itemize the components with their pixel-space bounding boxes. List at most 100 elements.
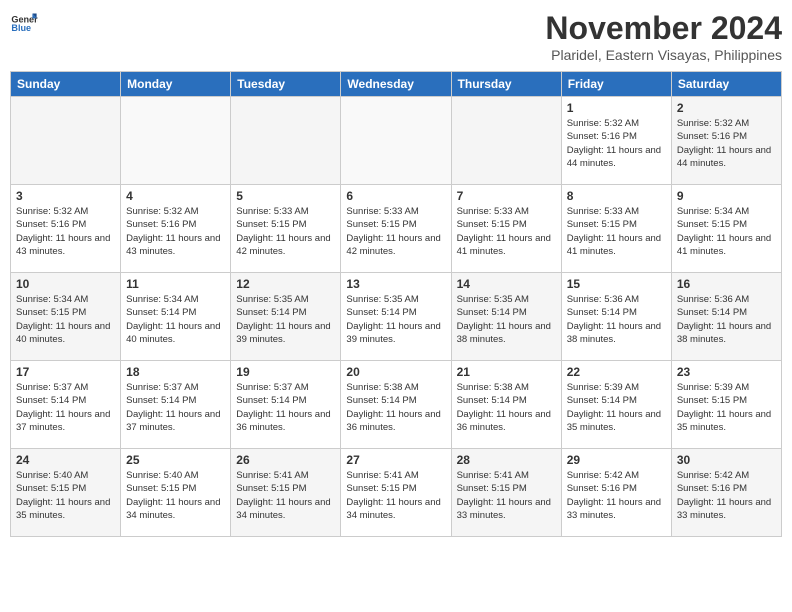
day-number: 2 bbox=[677, 101, 776, 115]
day-number: 21 bbox=[457, 365, 556, 379]
day-info: Sunrise: 5:33 AM Sunset: 5:15 PM Dayligh… bbox=[346, 205, 445, 258]
day-info: Sunrise: 5:35 AM Sunset: 5:14 PM Dayligh… bbox=[346, 293, 445, 346]
calendar-cell: 7 Sunrise: 5:33 AM Sunset: 5:15 PM Daylig… bbox=[451, 185, 561, 273]
calendar-cell: 5 Sunrise: 5:33 AM Sunset: 5:15 PM Daylig… bbox=[231, 185, 341, 273]
day-info: Sunrise: 5:38 AM Sunset: 5:14 PM Dayligh… bbox=[457, 381, 556, 434]
weekday-header-tuesday: Tuesday bbox=[231, 72, 341, 97]
day-info: Sunrise: 5:33 AM Sunset: 5:15 PM Dayligh… bbox=[236, 205, 335, 258]
day-number: 24 bbox=[16, 453, 115, 467]
day-number: 16 bbox=[677, 277, 776, 291]
day-number: 30 bbox=[677, 453, 776, 467]
day-number: 20 bbox=[346, 365, 445, 379]
calendar-cell: 11 Sunrise: 5:34 AM Sunset: 5:14 PM Dayli… bbox=[121, 273, 231, 361]
day-info: Sunrise: 5:39 AM Sunset: 5:15 PM Dayligh… bbox=[677, 381, 776, 434]
svg-text:Blue: Blue bbox=[11, 23, 31, 33]
day-info: Sunrise: 5:35 AM Sunset: 5:14 PM Dayligh… bbox=[236, 293, 335, 346]
calendar-cell bbox=[121, 97, 231, 185]
calendar-cell: 4 Sunrise: 5:32 AM Sunset: 5:16 PM Daylig… bbox=[121, 185, 231, 273]
day-number: 10 bbox=[16, 277, 115, 291]
day-info: Sunrise: 5:40 AM Sunset: 5:15 PM Dayligh… bbox=[16, 469, 115, 522]
day-info: Sunrise: 5:36 AM Sunset: 5:14 PM Dayligh… bbox=[677, 293, 776, 346]
calendar-cell: 3Sunrise: 5:32 AM Sunset: 5:16 PM Daylig… bbox=[11, 185, 121, 273]
calendar-cell: 8Sunrise: 5:33 AM Sunset: 5:15 PM Daylig… bbox=[561, 185, 671, 273]
day-number: 5 bbox=[236, 189, 335, 203]
calendar-cell: 18 Sunrise: 5:37 AM Sunset: 5:14 PM Dayli… bbox=[121, 361, 231, 449]
calendar-cell: 22 Sunrise: 5:39 AM Sunset: 5:14 PM Dayli… bbox=[561, 361, 671, 449]
day-info: Sunrise: 5:42 AM Sunset: 5:16 PM Dayligh… bbox=[677, 469, 776, 522]
calendar-cell: 1 Sunrise: 5:32 AM Sunset: 5:16 PM Daylig… bbox=[561, 97, 671, 185]
day-number: 25 bbox=[126, 453, 225, 467]
day-info: Sunrise: 5:39 AM Sunset: 5:14 PM Dayligh… bbox=[567, 381, 666, 434]
week-row-5: 24 Sunrise: 5:40 AM Sunset: 5:15 PM Dayli… bbox=[11, 449, 782, 537]
day-info: Sunrise: 5:37 AM Sunset: 5:14 PM Dayligh… bbox=[126, 381, 225, 434]
day-info: Sunrise: 5:37 AM Sunset: 5:14 PM Dayligh… bbox=[236, 381, 335, 434]
week-row-3: 10 Sunrise: 5:34 AM Sunset: 5:15 PM Dayli… bbox=[11, 273, 782, 361]
day-number: 27 bbox=[346, 453, 445, 467]
day-info: Sunrise: 5:33 AM Sunset: 5:15 PM Dayligh… bbox=[567, 205, 666, 258]
day-info: Sunrise: 5:41 AM Sunset: 5:15 PM Dayligh… bbox=[346, 469, 445, 522]
day-number: 26 bbox=[236, 453, 335, 467]
month-title: November 2024 bbox=[545, 10, 782, 47]
week-row-1: 1 Sunrise: 5:32 AM Sunset: 5:16 PM Daylig… bbox=[11, 97, 782, 185]
day-info: Sunrise: 5:34 AM Sunset: 5:14 PM Dayligh… bbox=[126, 293, 225, 346]
calendar-cell: 10 Sunrise: 5:34 AM Sunset: 5:15 PM Dayli… bbox=[11, 273, 121, 361]
calendar-cell bbox=[341, 97, 451, 185]
day-number: 4 bbox=[126, 189, 225, 203]
logo-icon: General Blue bbox=[10, 10, 38, 38]
day-number: 7 bbox=[457, 189, 556, 203]
day-info: Sunrise: 5:34 AM Sunset: 5:15 PM Dayligh… bbox=[16, 293, 115, 346]
location-subtitle: Plaridel, Eastern Visayas, Philippines bbox=[545, 47, 782, 63]
weekday-header-friday: Friday bbox=[561, 72, 671, 97]
calendar-cell: 14 Sunrise: 5:35 AM Sunset: 5:14 PM Dayli… bbox=[451, 273, 561, 361]
weekday-header-thursday: Thursday bbox=[451, 72, 561, 97]
day-number: 13 bbox=[346, 277, 445, 291]
calendar-cell: 17 Sunrise: 5:37 AM Sunset: 5:14 PM Dayli… bbox=[11, 361, 121, 449]
day-info: Sunrise: 5:41 AM Sunset: 5:15 PM Dayligh… bbox=[457, 469, 556, 522]
week-row-2: 3 Sunrise: 5:32 AM Sunset: 5:16 PM Daylig… bbox=[11, 185, 782, 273]
day-info: Sunrise: 5:37 AM Sunset: 5:14 PM Dayligh… bbox=[16, 381, 115, 434]
day-number: 28 bbox=[457, 453, 556, 467]
day-info: Sunrise: 5:32 AM Sunset: 5:16 PM Dayligh… bbox=[126, 205, 225, 258]
day-number: 6 bbox=[346, 189, 445, 203]
calendar-cell: 26Sunrise: 5:41 AM Sunset: 5:15 PM Dayli… bbox=[231, 449, 341, 537]
day-number: 19 bbox=[236, 365, 335, 379]
calendar-cell: 2 Sunrise: 5:32 AM Sunset: 5:16 PM Daylig… bbox=[671, 97, 781, 185]
calendar-cell: 12 Sunrise: 5:35 AM Sunset: 5:14 PM Dayli… bbox=[231, 273, 341, 361]
day-number: 12 bbox=[236, 277, 335, 291]
page-header: General Blue November 2024 Plaridel, Eas… bbox=[10, 10, 782, 63]
day-info: Sunrise: 5:42 AM Sunset: 5:16 PM Dayligh… bbox=[567, 469, 666, 522]
day-number: 3 bbox=[16, 189, 115, 203]
calendar-cell bbox=[11, 97, 121, 185]
day-info: Sunrise: 5:32 AM Sunset: 5:16 PM Dayligh… bbox=[677, 117, 776, 170]
week-row-4: 17 Sunrise: 5:37 AM Sunset: 5:14 PM Dayli… bbox=[11, 361, 782, 449]
weekday-header-row: SundayMondayTuesdayWednesdayThursdayFrid… bbox=[11, 72, 782, 97]
calendar-cell: 9Sunrise: 5:34 AM Sunset: 5:15 PM Daylig… bbox=[671, 185, 781, 273]
day-number: 11 bbox=[126, 277, 225, 291]
day-info: Sunrise: 5:33 AM Sunset: 5:15 PM Dayligh… bbox=[457, 205, 556, 258]
weekday-header-saturday: Saturday bbox=[671, 72, 781, 97]
calendar-cell: 23Sunrise: 5:39 AM Sunset: 5:15 PM Dayli… bbox=[671, 361, 781, 449]
day-info: Sunrise: 5:32 AM Sunset: 5:16 PM Dayligh… bbox=[567, 117, 666, 170]
day-number: 22 bbox=[567, 365, 666, 379]
calendar-cell: 6 Sunrise: 5:33 AM Sunset: 5:15 PM Daylig… bbox=[341, 185, 451, 273]
day-info: Sunrise: 5:35 AM Sunset: 5:14 PM Dayligh… bbox=[457, 293, 556, 346]
calendar-cell bbox=[231, 97, 341, 185]
day-number: 9 bbox=[677, 189, 776, 203]
logo: General Blue bbox=[10, 10, 38, 38]
title-block: November 2024 Plaridel, Eastern Visayas,… bbox=[545, 10, 782, 63]
calendar-cell: 21 Sunrise: 5:38 AM Sunset: 5:14 PM Dayli… bbox=[451, 361, 561, 449]
day-number: 14 bbox=[457, 277, 556, 291]
day-number: 1 bbox=[567, 101, 666, 115]
day-number: 17 bbox=[16, 365, 115, 379]
day-number: 18 bbox=[126, 365, 225, 379]
day-number: 15 bbox=[567, 277, 666, 291]
calendar-cell: 30 Sunrise: 5:42 AM Sunset: 5:16 PM Dayli… bbox=[671, 449, 781, 537]
calendar-cell bbox=[451, 97, 561, 185]
day-info: Sunrise: 5:40 AM Sunset: 5:15 PM Dayligh… bbox=[126, 469, 225, 522]
calendar-cell: 28 Sunrise: 5:41 AM Sunset: 5:15 PM Dayli… bbox=[451, 449, 561, 537]
weekday-header-sunday: Sunday bbox=[11, 72, 121, 97]
calendar-cell: 24 Sunrise: 5:40 AM Sunset: 5:15 PM Dayli… bbox=[11, 449, 121, 537]
calendar-table: SundayMondayTuesdayWednesdayThursdayFrid… bbox=[10, 71, 782, 537]
day-info: Sunrise: 5:36 AM Sunset: 5:14 PM Dayligh… bbox=[567, 293, 666, 346]
calendar-cell: 13 Sunrise: 5:35 AM Sunset: 5:14 PM Dayli… bbox=[341, 273, 451, 361]
